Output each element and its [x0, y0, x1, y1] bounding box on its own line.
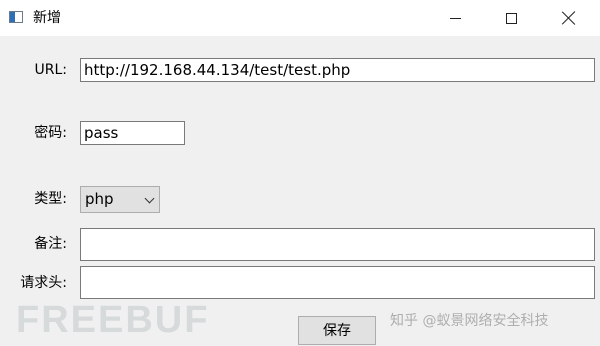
maximize-button[interactable] — [488, 0, 534, 36]
header-label: 请求头: — [20, 275, 67, 291]
close-button[interactable] — [546, 0, 592, 36]
window-title: 新增 — [33, 10, 61, 26]
minimize-button[interactable] — [432, 0, 478, 36]
type-label: 类型: — [34, 191, 67, 207]
chevron-down-icon — [144, 193, 155, 204]
url-label: URL: — [34, 62, 68, 78]
header-input[interactable] — [80, 266, 595, 299]
close-icon — [562, 11, 576, 25]
maximize-icon — [505, 12, 517, 24]
url-input[interactable]: http://192.168.44.134/test/test.php — [80, 58, 595, 82]
password-label: 密码: — [34, 125, 67, 141]
type-select[interactable]: php — [80, 186, 160, 213]
zhihu-watermark: 知乎 @蚁景网络安全科技 — [390, 313, 549, 329]
password-input[interactable]: pass — [80, 121, 185, 145]
save-button[interactable]: 保存 — [298, 316, 376, 345]
type-select-value: php — [85, 190, 114, 208]
note-input[interactable] — [80, 228, 595, 261]
note-label: 备注: — [34, 236, 67, 252]
app-window-icon — [9, 11, 23, 23]
freebuf-watermark: FREEBUF — [16, 299, 210, 341]
minimize-icon — [449, 17, 461, 19]
title-bar: 新增 — [0, 0, 600, 36]
